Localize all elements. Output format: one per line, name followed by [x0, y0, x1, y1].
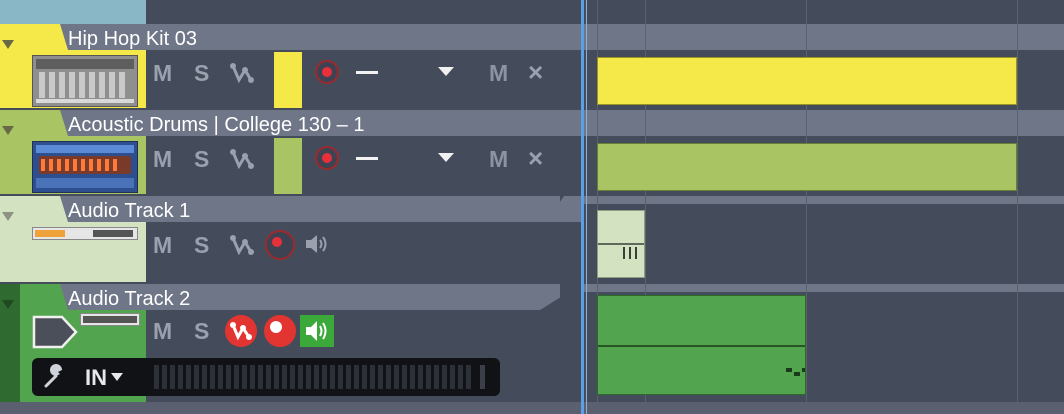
speaker-icon[interactable] [303, 232, 331, 256]
instrument-thumbnail-icon[interactable] [32, 141, 138, 193]
mute-button[interactable]: M [153, 232, 172, 258]
grid-line [1017, 0, 1018, 414]
arrange-ruler [584, 24, 1064, 50]
automation-icon[interactable] [229, 232, 255, 258]
mute-button[interactable]: M [153, 318, 172, 344]
top-bar [0, 0, 1064, 24]
mute-button-right[interactable]: M [489, 146, 508, 172]
solo-button[interactable]: S [194, 60, 209, 86]
track-name[interactable]: Audio Track 1 [68, 198, 190, 224]
automation-icon[interactable] [229, 60, 255, 86]
arrange-row-separator [584, 284, 1064, 292]
close-icon[interactable]: × [528, 59, 543, 85]
output-dash-icon [356, 157, 378, 160]
mute-button-right[interactable]: M [489, 60, 508, 86]
close-icon[interactable]: × [528, 145, 543, 171]
collapse-triangle-icon[interactable] [2, 300, 14, 309]
track-name[interactable]: Hip Hop Kit 03 [68, 26, 197, 52]
output-dash-icon [356, 71, 378, 74]
arrange-row-separator [584, 110, 1064, 136]
audio-thumbnail-icon[interactable] [80, 313, 140, 326]
track-color-indicator [274, 138, 302, 194]
mute-button[interactable]: M [153, 146, 172, 172]
wrench-icon[interactable] [42, 364, 68, 390]
record-arm-button[interactable] [265, 230, 295, 260]
record-arm-button[interactable] [315, 60, 339, 84]
collapse-triangle-icon[interactable] [2, 126, 14, 135]
track-name[interactable]: Audio Track 2 [68, 286, 190, 312]
automation-icon[interactable] [225, 315, 257, 347]
record-arm-button[interactable] [264, 315, 296, 347]
collapse-triangle-icon[interactable] [2, 212, 14, 221]
output-dropdown-caret-icon[interactable] [438, 153, 454, 162]
bottom-bar [0, 402, 1064, 414]
clip-audio-track-2[interactable] [597, 295, 806, 395]
input-select-caret-icon[interactable] [111, 373, 123, 381]
track-color-indicator [274, 52, 302, 108]
record-arm-button[interactable] [315, 146, 339, 170]
clip-acoustic-drums[interactable] [597, 143, 1017, 191]
solo-button[interactable]: S [194, 146, 209, 172]
clip-hip-hop-kit[interactable] [597, 57, 1017, 105]
audio-thumbnail-icon[interactable] [32, 227, 138, 240]
level-meter [150, 364, 490, 390]
top-left-swatch [0, 0, 146, 24]
track-name[interactable]: Acoustic Drums | College 130 – 1 [68, 112, 364, 138]
mute-button[interactable]: M [153, 60, 172, 86]
speaker-icon[interactable] [300, 315, 334, 347]
instrument-thumbnail-icon[interactable] [32, 55, 138, 107]
input-arrow-icon[interactable] [32, 315, 78, 349]
solo-button[interactable]: S [194, 232, 209, 258]
cursor-line [586, 0, 587, 414]
playhead-line[interactable] [581, 0, 584, 414]
clip-audio-track-1[interactable] [597, 210, 645, 278]
input-select[interactable]: IN [85, 365, 107, 391]
output-dropdown-caret-icon[interactable] [438, 67, 454, 76]
arrange-row-separator [584, 196, 1064, 204]
solo-button[interactable]: S [194, 318, 209, 344]
automation-icon[interactable] [229, 146, 255, 172]
collapse-triangle-icon[interactable] [2, 40, 14, 49]
